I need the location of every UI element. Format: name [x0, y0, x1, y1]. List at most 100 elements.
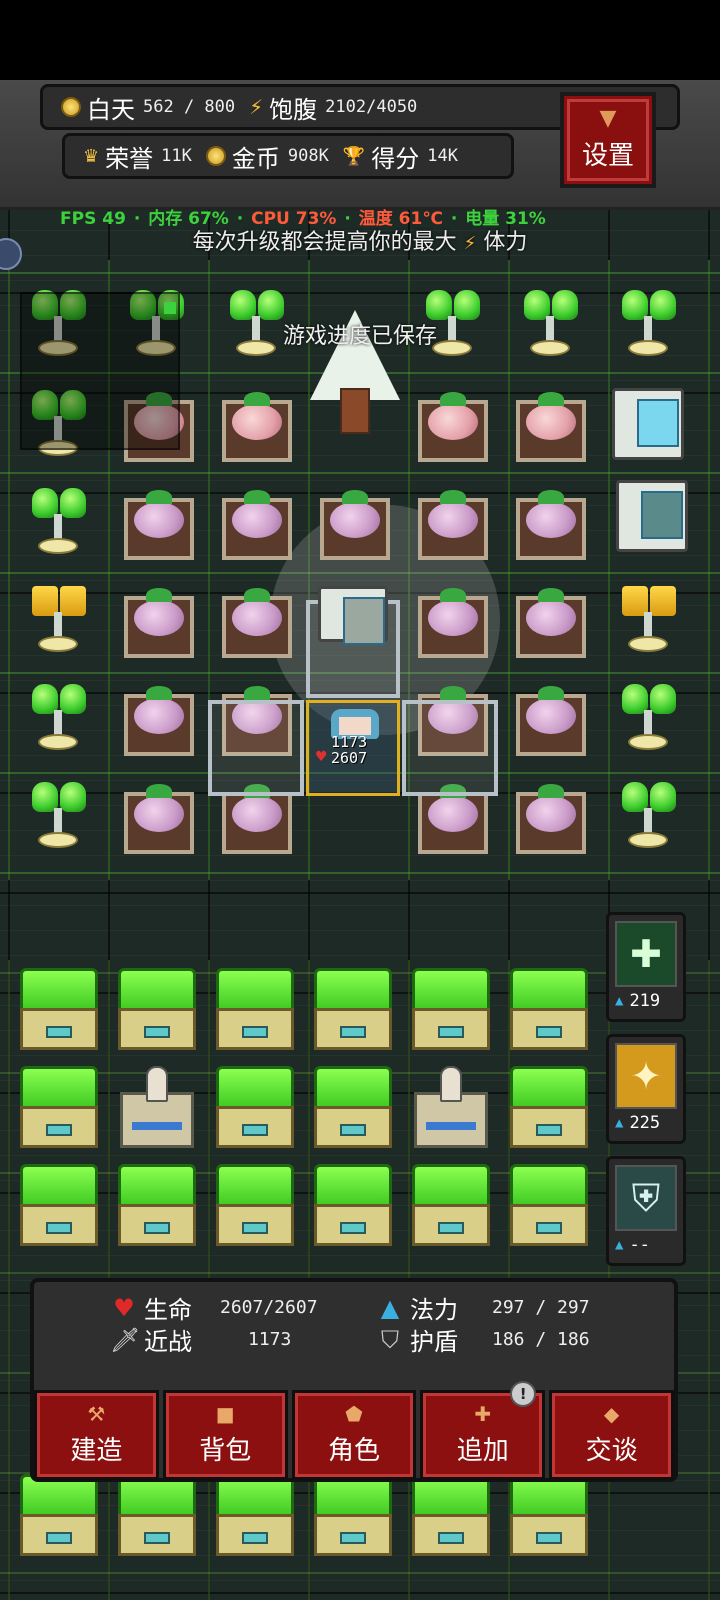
- save-toast: 游戏进度已保存: [282, 324, 437, 349]
- green-block[interactable]: [508, 1164, 590, 1246]
- settings-button[interactable]: ▼ 设置: [560, 92, 656, 188]
- skill-cost: --: [629, 1235, 650, 1255]
- green-block[interactable]: [312, 1066, 394, 1148]
- heart-icon: ♥: [113, 1293, 135, 1322]
- crafting-machine[interactable]: [318, 586, 388, 645]
- character-button[interactable]: ⬟ 角色: [291, 1390, 417, 1480]
- settings-label: 设置: [581, 141, 634, 171]
- turnip-pot[interactable]: [418, 490, 488, 560]
- yellow-lamp[interactable]: [26, 586, 90, 656]
- mana-flask-icon: ▲: [380, 1293, 400, 1322]
- turnip-pot[interactable]: [516, 784, 586, 854]
- selection-frame: [208, 700, 304, 796]
- green-block[interactable]: [508, 968, 590, 1050]
- turnip-pot[interactable]: [320, 490, 390, 560]
- honor-value: 11K: [161, 146, 192, 166]
- green-block[interactable]: [508, 1066, 590, 1148]
- golden-shield-sparkle-icon: ✦: [615, 1043, 677, 1109]
- lightning-icon: ⚡: [249, 95, 264, 119]
- turnip-pot[interactable]: [124, 490, 194, 560]
- turnip-pot[interactable]: [516, 490, 586, 560]
- mana-stat: ▲ 法力 297 / 297: [376, 1290, 590, 1325]
- shield-stat: ⛉ 护盾 186 / 186: [376, 1322, 590, 1357]
- green-lamp[interactable]: [616, 684, 680, 754]
- mana-value: 297 / 297: [492, 1297, 590, 1318]
- life-value: 2607/2607: [220, 1297, 318, 1318]
- build-button[interactable]: ⚒ 建造: [34, 1390, 159, 1480]
- talk-button[interactable]: ◆ 交谈: [549, 1390, 674, 1480]
- turnip-pot[interactable]: [516, 686, 586, 756]
- hammer-icon: ⚒: [87, 1402, 106, 1426]
- mana-flask-icon: ▲: [615, 993, 624, 1009]
- speech-icon: ◆: [603, 1402, 620, 1426]
- day-label: 白天: [87, 95, 135, 124]
- green-block[interactable]: [214, 968, 296, 1050]
- melee-stat: 🗡 近战 1173: [110, 1322, 291, 1357]
- mana-flask-icon: ▲: [615, 1237, 624, 1253]
- shield-icon: ⛉: [381, 1325, 399, 1354]
- turnip-pot[interactable]: [124, 588, 194, 658]
- sword-icon: 🗡: [110, 1325, 141, 1354]
- minimap-marker: [164, 302, 176, 314]
- skill-button-2[interactable]: ✦ ▲ 225: [606, 1034, 686, 1144]
- sun-icon: [61, 97, 81, 117]
- green-block[interactable]: [410, 968, 492, 1050]
- shield-value: 186 / 186: [492, 1329, 590, 1350]
- green-block[interactable]: [214, 1066, 296, 1148]
- green-block[interactable]: [508, 1474, 590, 1556]
- green-block[interactable]: [18, 968, 100, 1050]
- turnip-pot[interactable]: [222, 392, 292, 462]
- notification-badge: !: [510, 1381, 537, 1407]
- turnip-pot[interactable]: [516, 392, 586, 462]
- heart-icon: ♥: [315, 749, 328, 765]
- green-block[interactable]: [116, 1164, 198, 1246]
- turret[interactable]: [116, 1066, 198, 1148]
- bottom-menu-bar: ⚒ 建造 ■ 背包 ⬟ 角色 ✚ 追加 ! ◆ 交谈: [34, 1381, 678, 1482]
- green-lamp[interactable]: [26, 488, 90, 558]
- green-block[interactable]: [312, 1474, 394, 1556]
- green-block[interactable]: [116, 1474, 198, 1556]
- backpack-button[interactable]: ■ 背包: [162, 1390, 288, 1480]
- green-block[interactable]: [18, 1474, 100, 1556]
- plus-icon: ✚: [474, 1402, 492, 1426]
- turnip-pot[interactable]: [418, 588, 488, 658]
- skill-button-1[interactable]: ✚ ▲ 219: [606, 912, 686, 1022]
- green-block[interactable]: [116, 968, 198, 1050]
- minimap[interactable]: [20, 292, 180, 450]
- life-stat: ♥ 生命 2607/2607: [110, 1290, 317, 1325]
- fridge-machine[interactable]: [612, 388, 684, 460]
- turnip-pot[interactable]: [222, 588, 292, 658]
- crown-icon: ♛: [83, 145, 100, 167]
- gold-value: 908K: [287, 146, 329, 166]
- add-button[interactable]: ✚ 追加 !: [420, 1381, 546, 1480]
- green-block[interactable]: [18, 1066, 100, 1148]
- player-character[interactable]: 1173 ♥ 2607: [306, 700, 400, 796]
- turnip-pot[interactable]: [516, 588, 586, 658]
- green-block[interactable]: [214, 1164, 296, 1246]
- green-lamp[interactable]: [26, 782, 90, 852]
- green-lamp[interactable]: [26, 684, 90, 754]
- turnip-pot[interactable]: [124, 686, 194, 756]
- turnip-pot[interactable]: [222, 490, 292, 560]
- green-block[interactable]: [312, 968, 394, 1050]
- green-block[interactable]: [410, 1474, 492, 1556]
- green-lamp[interactable]: [616, 782, 680, 852]
- green-block[interactable]: [410, 1164, 492, 1246]
- extractor-machine[interactable]: [616, 480, 688, 552]
- yellow-lamp[interactable]: [616, 586, 680, 656]
- status-bar-area: [0, 0, 720, 80]
- bag-icon: ■: [215, 1402, 235, 1426]
- green-block[interactable]: [312, 1164, 394, 1246]
- green-block[interactable]: [214, 1474, 296, 1556]
- mana-label: 法力: [410, 1296, 458, 1324]
- skill-button-3[interactable]: ⛨ ▲ --: [606, 1156, 686, 1266]
- green-block[interactable]: [18, 1164, 100, 1246]
- hud-row-resources: ♛ 荣誉 11K 金币 908K 🏆 得分 14K: [62, 133, 514, 179]
- shield-icon: ⛨: [615, 1165, 677, 1231]
- score-value: 14K: [427, 146, 458, 166]
- pine-tree[interactable]: [310, 290, 400, 440]
- turnip-pot[interactable]: [124, 784, 194, 854]
- melee-value: 1173: [248, 1329, 292, 1350]
- turnip-pot[interactable]: [418, 392, 488, 462]
- turret[interactable]: [410, 1066, 492, 1148]
